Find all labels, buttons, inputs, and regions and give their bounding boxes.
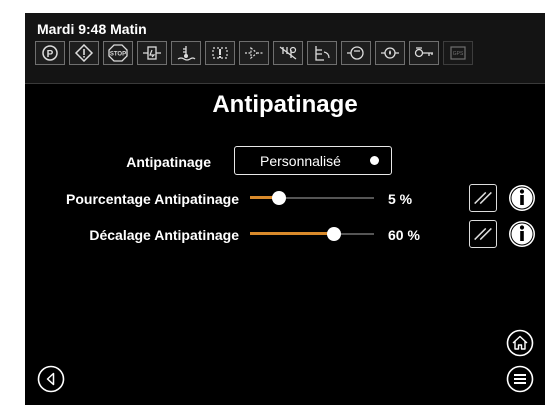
oil-pressure-icon [375, 41, 405, 65]
reset-icon [474, 191, 492, 205]
display-screen: Mardi 9:48 Matin P STOP GPS Antipatinage… [25, 13, 545, 405]
stop-icon: STOP [103, 41, 133, 65]
mode-select-value: Personnalisé [260, 152, 341, 169]
transmission-icon [205, 41, 235, 65]
svg-text:P: P [47, 49, 54, 60]
percentage-info-button[interactable] [508, 184, 536, 212]
home-button[interactable] [506, 329, 534, 357]
mode-label: Antipatinage [126, 154, 211, 170]
menu-icon [506, 365, 534, 393]
offset-slider[interactable] [250, 226, 374, 242]
offset-info-button[interactable] [508, 220, 536, 248]
home-icon [506, 329, 534, 357]
selected-dot-icon [370, 156, 379, 165]
key-icon [409, 41, 439, 65]
percentage-reset-button[interactable] [469, 184, 497, 212]
menu-button[interactable] [506, 365, 534, 393]
status-icon-row: P STOP GPS [35, 41, 473, 65]
back-icon [37, 365, 65, 393]
offset-reset-button[interactable] [469, 220, 497, 248]
status-bar: Mardi 9:48 Matin P STOP GPS [25, 13, 545, 84]
offset-value: 60 % [388, 227, 420, 243]
slider-thumb[interactable] [327, 227, 341, 241]
page-title: Antipatinage [212, 91, 358, 118]
parking-brake-icon: P [35, 41, 65, 65]
engine-icon [341, 41, 371, 65]
info-icon [509, 221, 535, 247]
coolant-temperature-icon [171, 41, 201, 65]
svg-text:GPS: GPS [453, 51, 464, 57]
percentage-value: 5 % [388, 191, 413, 207]
svg-text:STOP: STOP [110, 52, 126, 58]
clock: Mardi 9:48 Matin [37, 21, 147, 37]
offset-label: Décalage Antipatinage [89, 227, 239, 243]
traction-control-icon [273, 41, 303, 65]
fuel-level-icon [307, 41, 337, 65]
warning-icon [69, 41, 99, 65]
percentage-slider[interactable] [250, 190, 374, 206]
gps-icon: GPS [443, 41, 473, 65]
reset-icon [474, 227, 492, 241]
fuel-filter-icon [137, 41, 167, 65]
slider-thumb[interactable] [272, 191, 286, 205]
slider-fill [250, 232, 334, 235]
back-button[interactable] [37, 365, 65, 393]
hydraulic-icon [239, 41, 269, 65]
mode-select[interactable]: Personnalisé [234, 146, 392, 175]
info-icon [509, 185, 535, 211]
percentage-label: Pourcentage Antipatinage [66, 191, 239, 207]
